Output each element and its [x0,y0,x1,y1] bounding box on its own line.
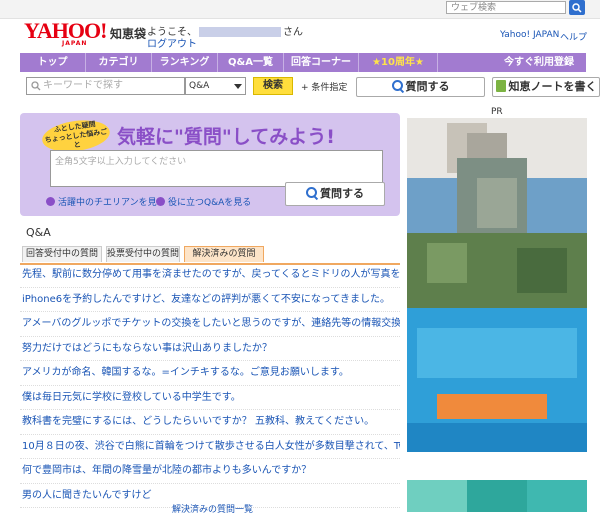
site-header: YAHOO! JAPAN 知恵袋 ようこそ、 さん ログアウト Yahoo! JA… [0,18,600,52]
ask-question-button[interactable]: 質問する [356,77,485,97]
welcome-suffix: さん [283,27,303,38]
nav-category[interactable]: カテゴリ [86,53,152,72]
question-item[interactable]: iPhone6を予約したんですけど、友達などの評判が悪くて不安になってきました。 [20,288,400,312]
keyword-search-placeholder: キーワードで探す [43,80,123,91]
write-note-button[interactable]: 知恵ノートを書く [492,77,600,97]
sidebar-ad-image-2[interactable] [407,480,587,512]
sidebar-ad-image[interactable] [407,118,587,452]
help-link[interactable]: ヘルプ [560,30,587,43]
question-item[interactable]: 10月８日の夜、渋谷で白熊に首輪をつけて散歩させる白人女性が多数目撃されて、Tw… [20,435,400,459]
nav-ranking[interactable]: ランキング [152,53,218,72]
question-icon [391,80,403,91]
resolved-list-link[interactable]: 解決済みの質問一覧 [172,502,253,515]
qa-heading: Q&A [26,226,51,239]
pr-label: PR [491,107,503,117]
tab-resolved-questions[interactable]: 解決済みの質問 [184,246,264,262]
question-icon [306,187,317,198]
active-answerers-label: 活躍中のチエリアンを見る [58,198,166,208]
write-note-label: 知恵ノートを書く [508,80,597,93]
question-item[interactable]: 何で豊岡市は、年間の降雪量が北陸の都市よりも多いんですか？ [20,459,400,484]
useful-qa-label: 役に立つQ&Aを見る [168,198,252,208]
service-name[interactable]: 知恵袋 [110,25,146,42]
banner-ask-label: 質問する [320,187,364,200]
logout-link[interactable]: ログアウト [147,35,197,50]
banner-ask-button[interactable]: 質問する [285,182,385,206]
nav-answer-corner[interactable]: 回答コーナー [284,53,359,72]
search-conditions-link[interactable]: + 条件指定 [301,80,347,93]
search-row: キーワードで探す Q&A 検索 + 条件指定 質問する 知恵ノートを書く [20,77,600,97]
search-icon [31,81,41,91]
question-item[interactable]: 先程、駅前に数分停めて用事を済ませたのですが、戻ってくるとミドリの人が写真を… [20,263,400,288]
nav-top[interactable]: トップ [20,53,86,72]
keyword-search-input[interactable]: キーワードで探す [26,77,185,95]
tab-open-questions[interactable]: 回答受付中の質問 [22,246,102,262]
search-button[interactable]: 検索 [253,77,293,95]
useful-qa-link[interactable]: 役に立つQ&Aを見る [156,195,251,208]
yahoo-logo[interactable]: YAHOO! [24,20,107,42]
active-answerers-link[interactable]: 活躍中のチエリアンを見る [46,195,166,208]
web-search-input[interactable]: ウェブ検索 [446,1,566,14]
question-item[interactable]: 教科書を完璧にするには、どうしたらいいですか？ 五教科、教えてください。 [20,410,400,435]
ask-banner: ふとした疑問 ちょっとした悩みごと 気軽に"質問"してみよう! 全角5文字以上入力… [20,113,400,216]
search-scope-select[interactable]: Q&A [185,77,246,95]
question-item[interactable]: アメリカが命名、韓国するな。=インチキするな。ご意見お願いします。 [20,361,400,386]
yahoo-logo-sub: JAPAN [62,40,88,47]
web-search-button[interactable] [569,0,585,15]
ask-question-label: 質問する [405,80,450,93]
arrow-bullet-icon [156,197,165,206]
tab-voting-questions[interactable]: 投票受付中の質問 [106,246,180,262]
question-item[interactable]: 努力だけではどうにもならない事は沢山ありましたか？ [20,337,400,361]
question-item[interactable]: アメーバのグルッポでチケットの交換をしたいと思うのですが、連絡先等の情報交換… [20,312,400,337]
username-redacted [199,27,281,37]
nav-qa-list[interactable]: Q&A一覧 [218,53,284,72]
chevron-down-icon [234,84,242,89]
arrow-bullet-icon [46,197,55,206]
search-scope-value: Q&A [189,81,210,91]
nav-10th-anniversary[interactable]: ★10周年★ [359,53,438,72]
global-nav: トップ カテゴリ ランキング Q&A一覧 回答コーナー ★10周年★ 今すぐ利用… [20,53,586,72]
note-icon [495,80,506,92]
search-icon [572,2,582,13]
banner-title: 気軽に"質問"してみよう! [117,126,335,148]
question-item[interactable]: 僕は毎日元気に学校に登校している中学生です。 [20,386,400,410]
yahoo-japan-link[interactable]: Yahoo! JAPAN [500,30,559,40]
top-utility-bar: ウェブ検索 [0,0,600,19]
nav-register[interactable]: 今すぐ利用登録 [438,53,586,72]
question-list: 先程、駅前に数分停めて用事を済ませたのですが、戻ってくるとミドリの人が写真を… … [20,263,400,508]
